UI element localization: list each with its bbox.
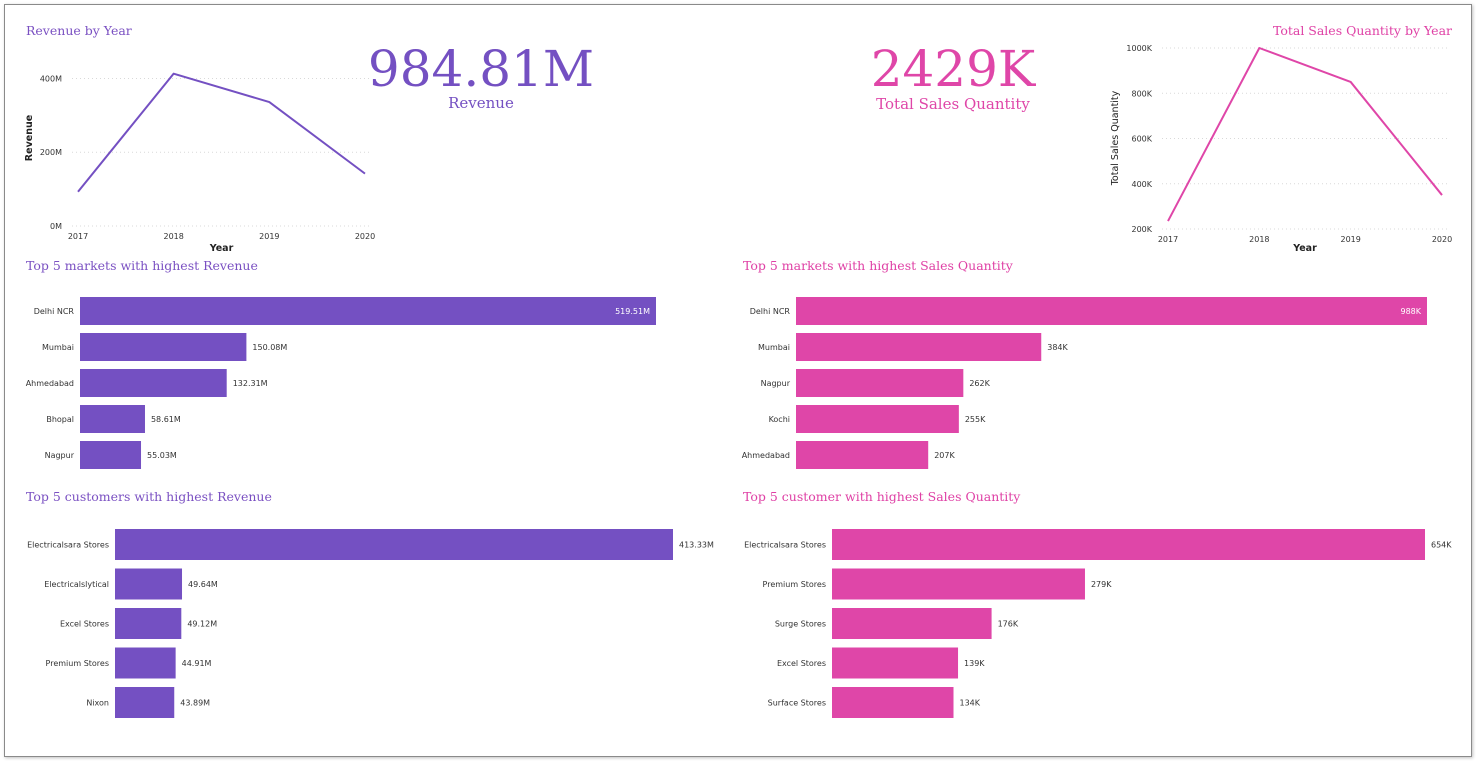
data-label: 44.91M <box>182 659 212 668</box>
top-customers-quantity-chart: Electricalsara Stores 654K Premium Stores 2… <box>744 529 1452 718</box>
y-tick-label: 600K <box>1131 135 1152 144</box>
y-axis-label: Total Sales Quantity <box>1110 90 1121 186</box>
bar <box>80 333 247 361</box>
data-label: 49.64M <box>188 580 218 589</box>
data-label: 49.12M <box>187 620 217 629</box>
category-label: Mumbai <box>758 343 790 352</box>
y-tick-label: 0M <box>50 222 62 231</box>
category-label: Premium Stores <box>763 580 826 589</box>
top-customers-revenue-title: Top 5 customers with highest Revenue <box>26 489 272 504</box>
bar <box>115 647 176 679</box>
y-tick-label: 200M <box>40 148 62 157</box>
x-tick-label: 2020 <box>1432 235 1452 244</box>
data-label: 384K <box>1047 343 1068 352</box>
bar <box>115 608 182 639</box>
series-line <box>77 72 366 193</box>
y-tick-label: 1000K <box>1126 44 1152 53</box>
x-tick-label: 2017 <box>1158 235 1178 244</box>
y-tick-label: 400M <box>40 74 62 83</box>
bar <box>832 608 992 639</box>
data-label: 139K <box>964 659 985 668</box>
data-label: 207K <box>934 451 955 460</box>
category-label: Delhi NCR <box>34 307 75 316</box>
bar <box>796 369 964 397</box>
category-label: Excel Stores <box>60 620 109 629</box>
bar <box>115 529 673 560</box>
series-line <box>1167 47 1443 222</box>
top-customers-quantity-title: Top 5 customer with highest Sales Quanti… <box>743 489 1021 504</box>
data-label: 134K <box>960 699 981 708</box>
x-tick-label: 2017 <box>68 232 88 241</box>
top-markets-quantity-chart: Delhi NCR 988K Mumbai 384K Nagpur 262K Kochi 25… <box>742 297 1427 469</box>
data-label: 55.03M <box>147 451 177 460</box>
x-tick-label: 2018 <box>1249 235 1269 244</box>
category-label: Electricalsara Stores <box>27 541 109 550</box>
data-label: 150.08M <box>252 343 287 352</box>
data-label: 413.33M <box>679 541 714 550</box>
quantity-by-year-title: Total Sales Quantity by Year <box>1272 23 1452 38</box>
category-label: Surface Stores <box>768 699 826 708</box>
category-label: Nagpur <box>45 451 75 460</box>
data-label: 176K <box>998 620 1019 629</box>
quantity-kpi-value: 2429K <box>870 40 1036 98</box>
bar <box>80 441 142 469</box>
x-tick-label: 2020 <box>355 232 375 241</box>
top-markets-revenue-title: Top 5 markets with highest Revenue <box>26 258 258 273</box>
revenue-by-year-chart: 0M 200M 400M 2017 2018 2019 2020 Year Revenue <box>24 72 375 254</box>
data-label: 58.61M <box>151 415 181 424</box>
y-tick-label: 200K <box>1131 225 1152 234</box>
x-axis-label: Year <box>209 243 234 254</box>
bar <box>796 297 1427 325</box>
data-label: 132.31M <box>233 379 268 388</box>
bar <box>80 369 227 397</box>
x-tick-label: 2019 <box>259 232 279 241</box>
category-label: Kochi <box>769 415 790 424</box>
category-label: Premium Stores <box>46 659 109 668</box>
bar <box>115 687 175 718</box>
category-label: Excel Stores <box>777 659 826 668</box>
category-label: Surge Stores <box>775 620 826 629</box>
data-label: 255K <box>965 415 986 424</box>
category-label: Electricalslytical <box>44 580 109 589</box>
bar <box>796 333 1042 361</box>
y-axis-label: Revenue <box>24 115 35 161</box>
bar <box>832 647 959 679</box>
data-label: 43.89M <box>180 699 210 708</box>
quantity-kpi-label: Total Sales Quantity <box>876 95 1030 113</box>
x-axis-label: Year <box>1292 243 1317 254</box>
category-label: Mumbai <box>42 343 74 352</box>
x-tick-label: 2019 <box>1340 235 1360 244</box>
data-label: 519.51M <box>615 307 650 316</box>
category-label: Bhopal <box>46 415 74 424</box>
top-markets-quantity-title: Top 5 markets with highest Sales Quantit… <box>743 258 1013 273</box>
bar <box>80 297 656 325</box>
data-label: 988K <box>1400 307 1421 316</box>
quantity-by-year-chart: 200K 400K 600K 800K 1000K 2017 2018 2019 2020 Yea… <box>1110 44 1452 254</box>
data-label: 654K <box>1431 541 1452 550</box>
x-tick-label: 2018 <box>163 232 183 241</box>
bar <box>115 568 183 600</box>
y-tick-label: 800K <box>1131 89 1152 98</box>
category-label: Delhi NCR <box>750 307 791 316</box>
category-label: Nixon <box>86 699 109 708</box>
category-label: Electricalsara Stores <box>744 541 826 550</box>
top-customers-revenue-chart: Electricalsara Stores 413.33M Electricalsl… <box>27 529 714 718</box>
bar <box>832 529 1425 560</box>
bar <box>796 441 929 469</box>
category-label: Ahmedabad <box>26 379 74 388</box>
data-label: 279K <box>1091 580 1112 589</box>
revenue-by-year-title: Revenue by Year <box>26 23 132 38</box>
bar <box>832 568 1085 600</box>
bar <box>80 405 145 433</box>
category-label: Nagpur <box>761 379 791 388</box>
category-label: Ahmedabad <box>742 451 790 460</box>
bar <box>832 687 954 718</box>
bar <box>796 405 959 433</box>
data-label: 262K <box>969 379 990 388</box>
top-markets-revenue-chart: Delhi NCR 519.51M Mumbai 150.08M Ahmedabad 13… <box>26 297 656 469</box>
y-tick-label: 400K <box>1131 180 1152 189</box>
